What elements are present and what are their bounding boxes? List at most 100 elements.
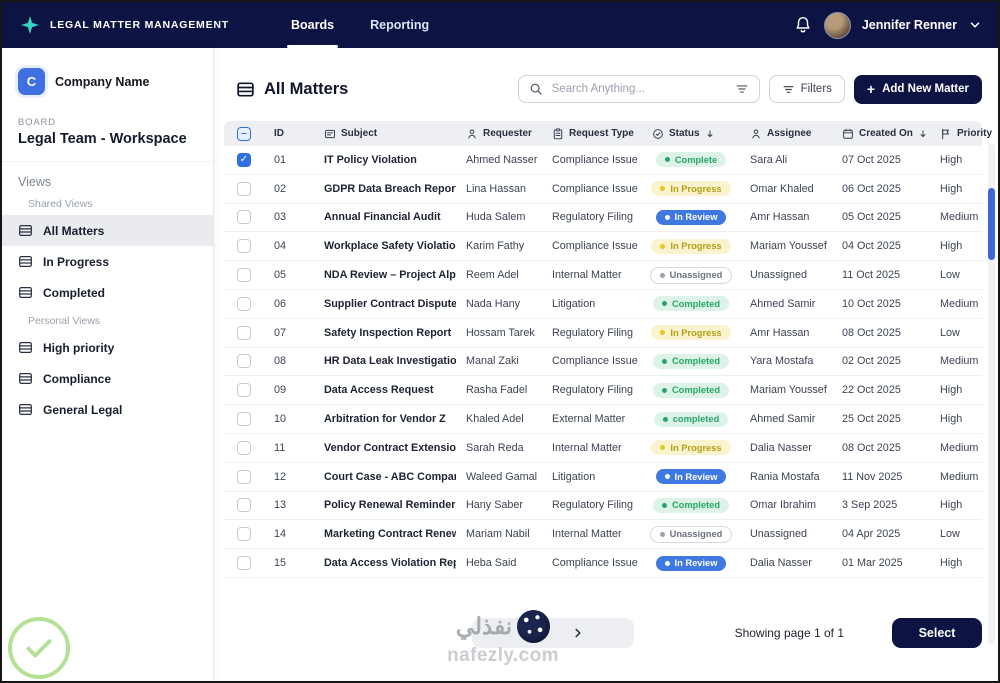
cell-status: Completed: [642, 354, 740, 369]
cell-request-type: Internal Matter: [542, 269, 642, 281]
table-row[interactable]: 13 Policy Renewal Reminder Hany Saber Re…: [224, 492, 982, 521]
cell-subject: Annual Financial Audit: [314, 211, 456, 223]
cell-status: In Progress: [642, 440, 740, 455]
cell-id: 05: [264, 269, 314, 281]
cell-created-on: 08 Oct 2025: [832, 327, 930, 339]
cell-created-on: 02 Oct 2025: [832, 355, 930, 367]
select-all-checkbox[interactable]: –: [237, 127, 251, 141]
cell-id: 11: [264, 442, 314, 454]
status-dot-icon: [662, 359, 667, 364]
sort-lines-icon[interactable]: [735, 82, 749, 96]
cell-id: 08: [264, 355, 314, 367]
company-row[interactable]: C Company Name: [2, 66, 213, 107]
table-row[interactable]: 04 Workplace Safety Violation Karim Fath…: [224, 232, 982, 261]
cell-subject: Safety Inspection Report: [314, 327, 456, 339]
status-badge: completed: [654, 412, 729, 427]
row-checkbox[interactable]: [237, 527, 251, 541]
cell-requester: Ahmed Nasser: [456, 154, 542, 166]
brand-title: LEGAL MATTER MANAGEMENT: [50, 19, 229, 31]
row-checkbox[interactable]: [237, 182, 251, 196]
row-checkbox[interactable]: [237, 470, 251, 484]
status-badge: In Progress: [651, 325, 730, 340]
sidebar-item-label: Completed: [43, 286, 105, 300]
sidebar-item-completed[interactable]: Completed: [2, 277, 213, 308]
table-row[interactable]: 08 HR Data Leak Investigation Manal Zaki…: [224, 348, 982, 377]
row-checkbox[interactable]: [237, 210, 251, 224]
cell-status: In Review: [642, 556, 740, 571]
row-checkbox[interactable]: [237, 441, 251, 455]
sort-desc-icon[interactable]: [918, 129, 928, 139]
row-checkbox[interactable]: [237, 239, 251, 253]
cell-priority: Low: [930, 327, 980, 339]
cell-subject: IT Policy Violation: [314, 154, 456, 166]
table-row[interactable]: ✓ 01 IT Policy Violation Ahmed Nasser Co…: [224, 146, 982, 175]
cell-checkbox: [224, 441, 264, 455]
table-row[interactable]: 10 Arbitration for Vendor Z Khaled Adel …: [224, 405, 982, 434]
table-row[interactable]: 11 Vendor Contract Extension Sarah Reda …: [224, 434, 982, 463]
status-dot-icon: [662, 301, 667, 306]
table-row[interactable]: 07 Safety Inspection Report Hossam Tarek…: [224, 319, 982, 348]
status-dot-icon: [660, 244, 665, 249]
column-header-priority[interactable]: Priority: [930, 128, 980, 140]
column-header-requester: Requester: [456, 128, 542, 140]
notifications-bell-icon[interactable]: [793, 15, 813, 35]
cell-status: Unassigned: [642, 526, 740, 543]
sidebar-item-general-legal[interactable]: General Legal: [2, 394, 213, 425]
cell-id: 06: [264, 298, 314, 310]
cell-request-type: Compliance Issue: [542, 154, 642, 166]
status-dot-icon: [665, 215, 670, 220]
cell-id: 04: [264, 240, 314, 252]
board-icon: [18, 223, 33, 238]
table-row[interactable]: 05 NDA Review – Project Alpha Reem Adel …: [224, 261, 982, 290]
top-navbar: LEGAL MATTER MANAGEMENT BoardsReporting …: [2, 2, 998, 48]
row-checkbox[interactable]: [237, 412, 251, 426]
filters-button[interactable]: Filters: [769, 75, 845, 103]
table-row[interactable]: 15 Data Access Violation Report Heba Sai…: [224, 549, 982, 578]
column-header-created-on[interactable]: Created On: [832, 128, 930, 140]
table-row[interactable]: 09 Data Access Request Rasha Fadel Regul…: [224, 376, 982, 405]
user-avatar[interactable]: [824, 12, 851, 39]
row-checkbox[interactable]: [237, 268, 251, 282]
scrollbar-thumb[interactable]: [988, 188, 995, 260]
board-icon: [18, 254, 33, 269]
cell-assignee: Ahmed Samir: [740, 298, 832, 310]
column-header-status[interactable]: Status: [642, 128, 740, 140]
add-new-matter-button[interactable]: + Add New Matter: [854, 75, 982, 104]
sidebar-item-all-matters[interactable]: All Matters: [2, 215, 213, 246]
table-row[interactable]: 06 Supplier Contract Dispute Nada Hany L…: [224, 290, 982, 319]
row-checkbox[interactable]: [237, 556, 251, 570]
sidebar-item-in-progress[interactable]: In Progress: [2, 246, 213, 277]
cell-subject: Marketing Contract Renewal: [314, 528, 456, 540]
cell-subject: HR Data Leak Investigation: [314, 355, 456, 367]
cell-priority: Medium: [930, 298, 980, 310]
calendar-icon: [842, 128, 854, 140]
row-checkbox[interactable]: [237, 326, 251, 340]
cell-assignee: Sara Ali: [740, 154, 832, 166]
board-icon: [18, 371, 33, 386]
table-row[interactable]: 02 GDPR Data Breach Report Lina Hassan C…: [224, 175, 982, 204]
tab-reporting[interactable]: Reporting: [352, 2, 447, 48]
cell-request-type: Compliance Issue: [542, 557, 642, 569]
row-checkbox[interactable]: [237, 297, 251, 311]
table-row[interactable]: 14 Marketing Contract Renewal Mariam Nab…: [224, 520, 982, 549]
cell-checkbox: [224, 268, 264, 282]
chevron-down-icon[interactable]: [968, 18, 982, 32]
cell-requester: Heba Said: [456, 557, 542, 569]
cell-status: Complete: [642, 152, 740, 167]
row-checkbox[interactable]: [237, 383, 251, 397]
next-page-button[interactable]: [568, 623, 588, 643]
sidebar-item-compliance[interactable]: Compliance: [2, 363, 213, 394]
row-checkbox[interactable]: [237, 498, 251, 512]
tab-boards[interactable]: Boards: [273, 2, 352, 48]
table-row[interactable]: 12 Court Case - ABC Company Waleed Gamal…: [224, 463, 982, 492]
sort-desc-icon[interactable]: [705, 129, 715, 139]
clipboard-icon: [552, 128, 564, 140]
search-input[interactable]: [550, 82, 728, 96]
sidebar-item-label: High priority: [43, 341, 114, 355]
cell-requester: Reem Adel: [456, 269, 542, 281]
select-button[interactable]: Select: [892, 618, 982, 648]
row-checkbox[interactable]: ✓: [237, 153, 251, 167]
table-row[interactable]: 03 Annual Financial Audit Huda Salem Reg…: [224, 204, 982, 233]
sidebar-item-high-priority[interactable]: High priority: [2, 332, 213, 363]
row-checkbox[interactable]: [237, 354, 251, 368]
